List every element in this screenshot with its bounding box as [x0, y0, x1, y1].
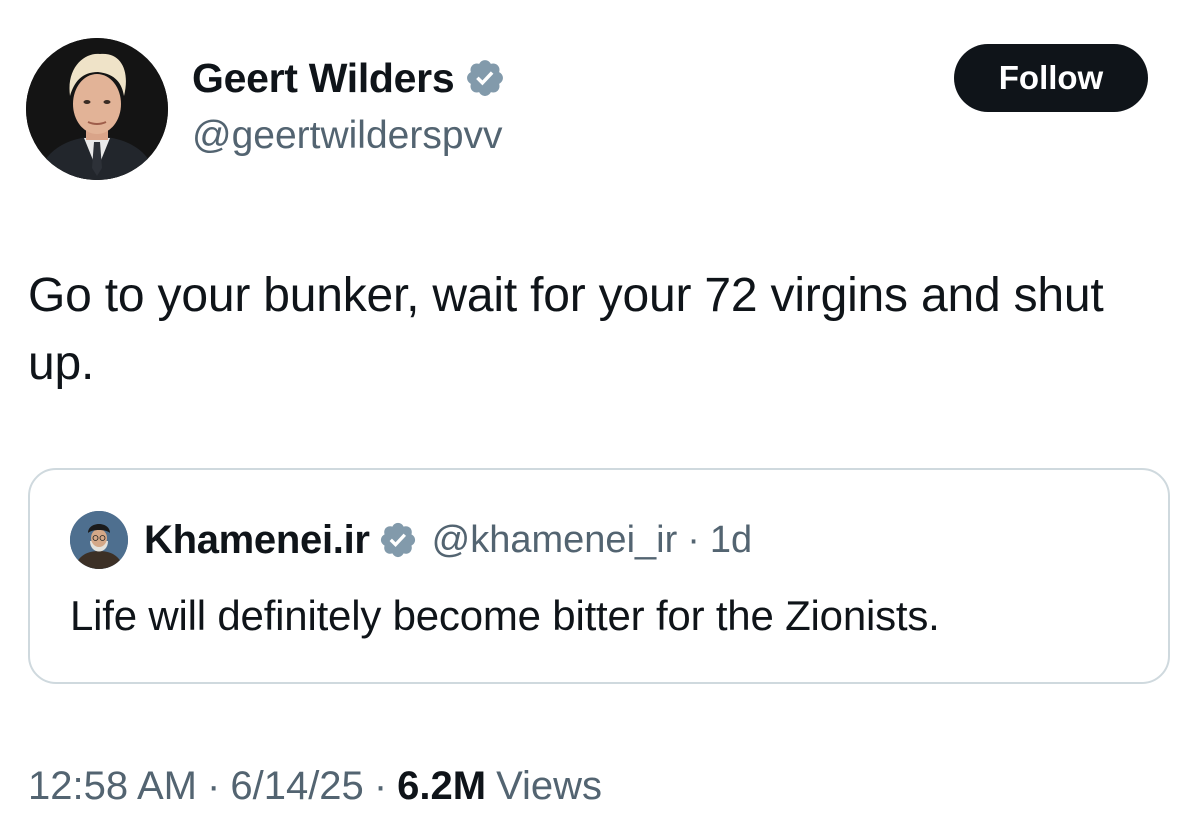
- quoted-author-avatar[interactable]: [70, 511, 128, 569]
- tweet-date[interactable]: 6/14/25: [230, 764, 363, 809]
- tweet-meta: 12:58 AM · 6/14/25 · 6.2M Views: [28, 760, 602, 812]
- follow-button[interactable]: Follow: [954, 44, 1148, 112]
- quoted-tweet-card[interactable]: Khamenei.ir @khamenei_ir · 1d Life will …: [28, 468, 1170, 684]
- quoted-tweet-time[interactable]: 1d: [710, 519, 752, 562]
- views-label[interactable]: Views: [496, 764, 602, 809]
- tweet-text: Go to your bunker, wait for your 72 virg…: [28, 269, 1104, 390]
- separator-dot: ·: [373, 763, 388, 808]
- tweet-time[interactable]: 12:58 AM: [28, 764, 197, 809]
- author-name[interactable]: Geert Wilders: [192, 55, 455, 102]
- quoted-author-name[interactable]: Khamenei.ir: [144, 518, 370, 563]
- author-avatar[interactable]: [26, 38, 168, 180]
- quoted-tweet-header: Khamenei.ir @khamenei_ir · 1d: [70, 510, 752, 570]
- author-name-row[interactable]: Geert Wilders: [192, 52, 506, 104]
- tweet: Geert Wilders @geertwilderspvv Follow Go…: [0, 0, 1200, 820]
- profile-photo-icon: [70, 511, 128, 569]
- author-handle[interactable]: @geertwilderspvv: [192, 114, 503, 158]
- quoted-tweet-text: Life will definitely become bitter for t…: [70, 592, 940, 639]
- quoted-author-handle[interactable]: @khamenei_ir: [432, 519, 678, 562]
- profile-photo-icon: [26, 38, 168, 180]
- verified-badge-icon[interactable]: [378, 520, 418, 560]
- views-count[interactable]: 6.2M: [397, 764, 486, 809]
- separator-dot: ·: [207, 763, 221, 808]
- verified-badge-icon[interactable]: [464, 57, 506, 99]
- separator-dot: ·: [687, 518, 700, 561]
